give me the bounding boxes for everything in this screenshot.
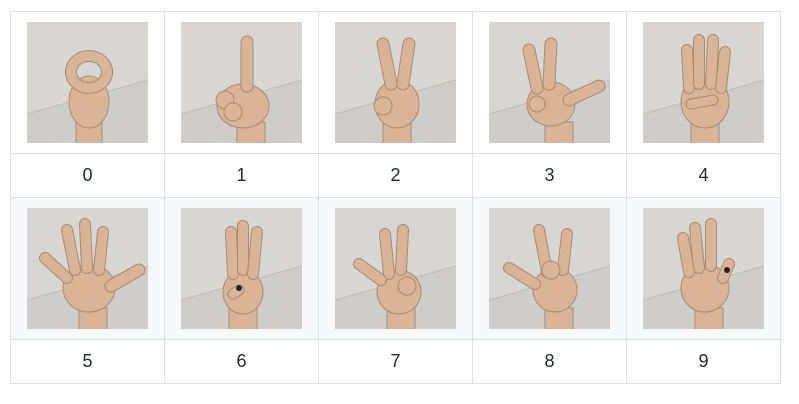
digit-label-5: 5 — [10, 339, 165, 384]
image-cell-4 — [626, 11, 781, 154]
hand-sign-5-image — [27, 208, 148, 329]
hand-sign-3-image — [489, 22, 610, 143]
digit-label-6: 6 — [164, 339, 319, 384]
image-cell-9 — [626, 197, 781, 340]
hand-sign-6-image — [181, 208, 302, 329]
label-row-2: 5 6 7 8 9 — [10, 339, 781, 384]
image-cell-3 — [472, 11, 627, 154]
digit-label-1: 1 — [164, 153, 319, 198]
digit-label-2: 2 — [318, 153, 473, 198]
image-row-2 — [10, 197, 781, 340]
image-cell-0 — [10, 11, 165, 154]
hand-signs-table: 0 1 2 3 4 5 6 7 8 9 — [10, 11, 781, 384]
digit-label-4: 4 — [626, 153, 781, 198]
hand-sign-7-image — [335, 208, 456, 329]
hand-sign-4-image — [643, 22, 764, 143]
image-cell-6 — [164, 197, 319, 340]
image-cell-1 — [164, 11, 319, 154]
digit-label-0: 0 — [10, 153, 165, 198]
hand-sign-0-image — [27, 22, 148, 143]
image-cell-7 — [318, 197, 473, 340]
digit-label-3: 3 — [472, 153, 627, 198]
image-cell-8 — [472, 197, 627, 340]
digit-label-7: 7 — [318, 339, 473, 384]
image-row-1 — [10, 11, 781, 154]
digit-label-9: 9 — [626, 339, 781, 384]
hand-sign-9-image — [643, 208, 764, 329]
hand-sign-2-image — [335, 22, 456, 143]
image-cell-5 — [10, 197, 165, 340]
hand-sign-8-image — [489, 208, 610, 329]
label-row-1: 0 1 2 3 4 — [10, 153, 781, 198]
image-cell-2 — [318, 11, 473, 154]
digit-label-8: 8 — [472, 339, 627, 384]
hand-sign-1-image — [181, 22, 302, 143]
